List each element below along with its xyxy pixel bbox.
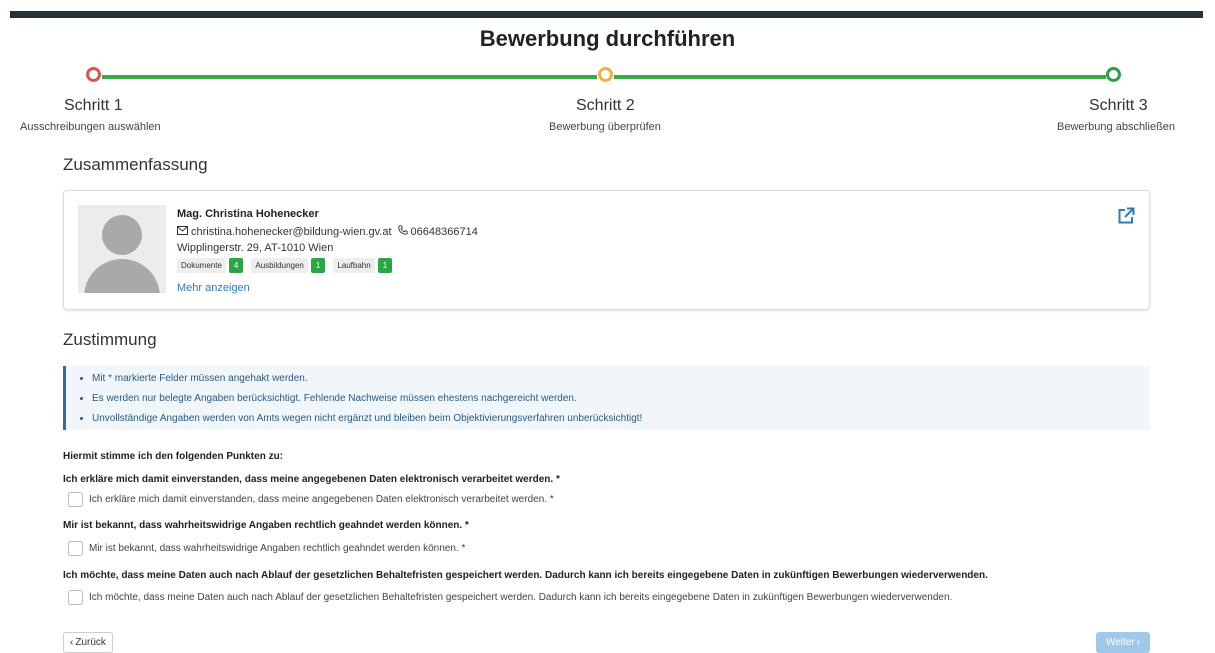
chevron-left-icon: ‹ (70, 637, 74, 648)
profile-phone: 06648366714 (410, 225, 478, 238)
profile-card: Mag. Christina Hohenecker christina.hohe… (63, 190, 1150, 310)
consent-info-box: Mit * markierte Felder müssen angehakt w… (63, 366, 1150, 430)
envelope-icon (177, 225, 188, 238)
consent-1-checkbox[interactable] (68, 492, 83, 507)
profile-name: Mag. Christina Hohenecker (177, 208, 319, 220)
step-1-description: Ausschreibungen auswählen (20, 121, 161, 133)
consent-2-checkbox[interactable] (68, 541, 83, 556)
step-2-name: Schritt 2 (576, 97, 635, 114)
badge-count: 1 (377, 258, 393, 273)
step-3-description: Bewerbung abschließen (1057, 121, 1176, 133)
step-2-indicator-icon (598, 67, 613, 82)
badge-career: Laufbahn 1 (333, 258, 393, 273)
badge-documents: Dokumente 4 (177, 258, 244, 273)
step-3-indicator-icon (1106, 67, 1121, 82)
show-more-link[interactable]: Mehr anzeigen (177, 282, 250, 294)
badge-education: Ausbildungen 1 (251, 258, 326, 273)
avatar (78, 205, 166, 293)
step-2-description: Bewerbung überprüfen (549, 121, 661, 133)
consent-2-title: Mir ist bekannt, dass wahrheitswidrige A… (63, 520, 469, 531)
consent-1-label[interactable]: Ich erkläre mich damit einverstanden, da… (89, 494, 554, 505)
consent-heading: Zustimmung (63, 330, 157, 349)
summary-heading: Zusammenfassung (63, 155, 208, 174)
consent-3-row: Ich möchte, dass meine Daten auch nach A… (68, 590, 952, 605)
consent-3-label[interactable]: Ich möchte, dass meine Daten auch nach A… (89, 592, 952, 603)
info-note: Mit * markierte Felder müssen angehakt w… (92, 369, 1150, 389)
consent-1-row: Ich erkläre mich damit einverstanden, da… (68, 492, 554, 507)
profile-badges: Dokumente 4 Ausbildungen 1 Laufbahn 1 (177, 258, 393, 273)
consent-1-title: Ich erkläre mich damit einverstanden, da… (63, 474, 560, 485)
step-line-2 (614, 75, 1106, 79)
step-1-name: Schritt 1 (64, 97, 123, 114)
chevron-right-icon: › (1136, 637, 1141, 648)
external-link-icon[interactable] (1117, 207, 1135, 225)
info-note: Unvollständige Angaben werden von Amts w… (92, 409, 1150, 429)
page-title: Bewerbung durchführen (479, 26, 736, 51)
back-button[interactable]: ‹ Zurück (63, 632, 113, 653)
consent-3-checkbox[interactable] (68, 590, 83, 605)
badge-count: 1 (310, 258, 326, 273)
consent-3-title: Ich möchte, dass meine Daten auch nach A… (63, 570, 988, 581)
consent-2-row: Mir ist bekannt, dass wahrheitswidrige A… (68, 541, 465, 556)
consent-2-label[interactable]: Mir ist bekannt, dass wahrheitswidrige A… (89, 543, 465, 554)
profile-address: Wipplingerstr. 29, AT-1010 Wien (177, 242, 334, 254)
step-1-indicator-icon (86, 67, 101, 82)
phone-icon (397, 225, 408, 238)
info-note: Es werden nur belegte Angaben berücksich… (92, 389, 1150, 409)
profile-contact: christina.hohenecker@bildung-wien.gv.at … (177, 225, 478, 238)
next-button[interactable]: Weiter › (1096, 632, 1150, 653)
step-line-1 (102, 75, 597, 79)
consent-lead: Hiermit stimme ich den folgenden Punkten… (63, 451, 284, 462)
step-3-name: Schritt 3 (1089, 97, 1148, 114)
badge-count: 4 (228, 258, 244, 273)
top-bar (10, 11, 1203, 18)
profile-email: christina.hohenecker@bildung-wien.gv.at (191, 225, 392, 238)
